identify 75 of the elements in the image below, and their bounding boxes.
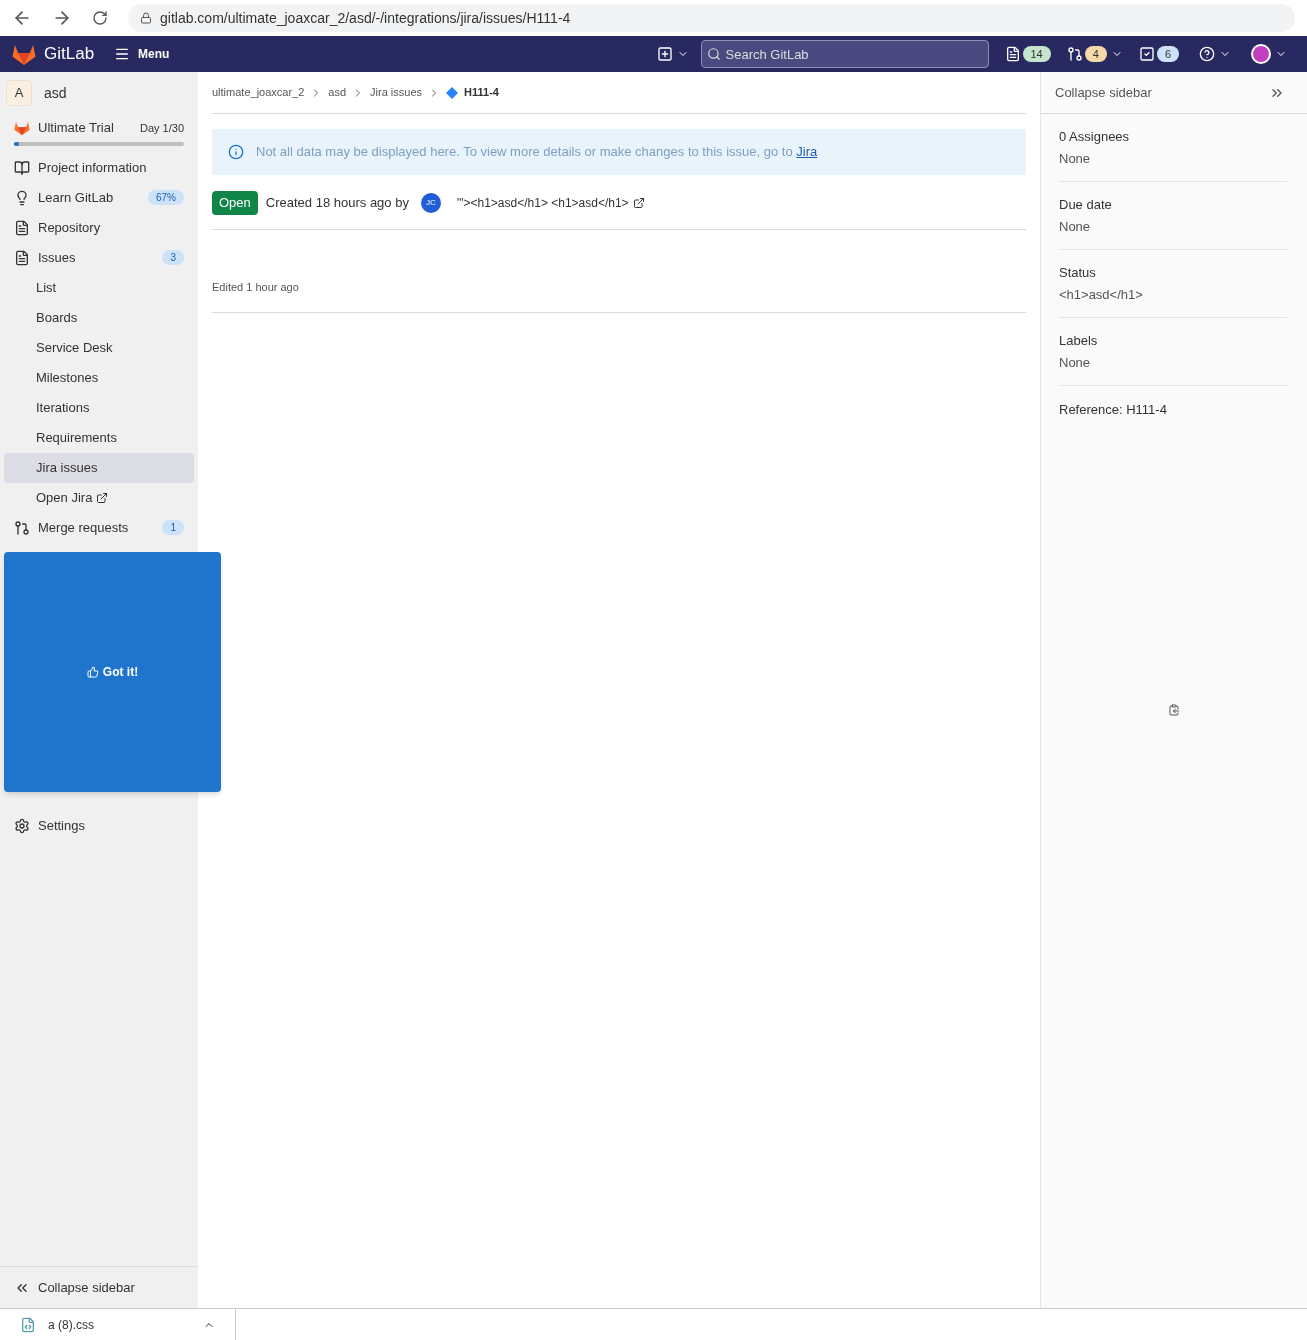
sidebar-item[interactable]: Settings (4, 810, 194, 841)
settings-icon (14, 817, 30, 834)
plus-icon[interactable] (656, 46, 673, 62)
menu-button[interactable]: Menu (114, 45, 170, 63)
count-badge[interactable]: 6 (1156, 45, 1179, 63)
search-icon (706, 47, 721, 61)
todo-icon (1138, 46, 1155, 62)
file-icon (20, 1316, 36, 1333)
field-value: None (1059, 149, 1092, 168)
sidebar-subitem[interactable]: Jira issues (4, 452, 194, 483)
lightbulb-icon (14, 189, 30, 206)
breadcrumb-link[interactable]: ultimate_joaxcar_2 (212, 84, 305, 101)
merge-request-icon (14, 519, 30, 536)
sidebar-item[interactable]: Project information (4, 152, 194, 183)
help-icon[interactable] (1199, 46, 1215, 62)
field-label: Due date (1059, 196, 1113, 214)
sidebar-item[interactable]: Issues 3 (4, 242, 194, 273)
author-avatar[interactable]: JC (420, 192, 441, 213)
thumbs-up-icon (86, 666, 99, 678)
address-bar[interactable]: gitlab.com/ultimate_joaxcar_2/asd/-/integrations/jira/issues/H111-4 (128, 4, 1295, 32)
sidebar-subitem[interactable]: Boards (4, 302, 194, 333)
field-label: 0 Assignees (1059, 128, 1131, 146)
document-icon (14, 219, 30, 236)
url-text: gitlab.com/ultimate_joaxcar_2/asd/-/integrations/jira/issues/H111-4 (160, 8, 571, 28)
count-badge[interactable]: 14 (1022, 45, 1051, 63)
sidebar-item[interactable]: Repository (4, 212, 194, 243)
download-item[interactable]: a (8).css (0, 1309, 236, 1340)
edited-text: Edited 1 hour ago (212, 280, 299, 293)
sidebar-subitem[interactable]: Service Desk (4, 332, 194, 363)
sidebar-subitem[interactable]: Milestones (4, 362, 194, 393)
project-avatar: A (6, 80, 32, 106)
trial-label[interactable]: Ultimate Trial (38, 118, 140, 138)
avatar-icon[interactable] (1251, 44, 1271, 64)
created-text: Created 18 hours ago by (265, 194, 409, 212)
collapse-sidebar-button[interactable]: Collapse sidebar (0, 1266, 198, 1308)
breadcrumb-link[interactable]: Jira issues (370, 84, 423, 101)
author-name[interactable]: "'><h1>asd</h1> <h1>asd</h1> (456, 193, 629, 212)
merge-request-icon (1066, 46, 1083, 62)
breadcrumb-link[interactable]: asd (328, 84, 347, 101)
field-value: <h1>asd</h1> (1059, 285, 1144, 304)
count-badge: 3 (162, 250, 184, 265)
external-link-icon[interactable] (632, 196, 645, 209)
sidebar-subitem[interactable]: Requirements (4, 422, 194, 453)
sidebar-subitem[interactable]: Iterations (4, 392, 194, 423)
reload-icon[interactable] (92, 10, 108, 26)
count-badge: 1 (162, 520, 184, 535)
project-name[interactable]: asd (44, 82, 67, 104)
alert-message: Not all data may be displayed here. To view more details or make changes to this issue, go to Jira (256, 143, 818, 162)
brand-name[interactable]: GitLab (44, 41, 95, 67)
field-value: None (1059, 353, 1092, 372)
reference-text: Reference: H111-4 (1059, 401, 1168, 419)
field-value: None (1059, 217, 1092, 236)
issues-icon (1004, 46, 1021, 62)
sidebar-subitem[interactable]: Open Jira (4, 482, 194, 513)
collapse-sidebar-link[interactable]: Collapse sidebar (1055, 82, 1269, 103)
count-badge[interactable]: 4 (1084, 45, 1107, 63)
status-badge: Open (212, 191, 258, 215)
menu-icon (114, 46, 131, 62)
count-badge: 67% (148, 190, 184, 205)
search-field[interactable]: Search GitLab (700, 40, 989, 68)
sidebar-subitem[interactable]: List (4, 272, 194, 303)
got-it-button[interactable]: Got it! (86, 663, 139, 681)
book-icon (14, 159, 30, 176)
field-label: Labels (1059, 332, 1099, 350)
breadcrumb-link[interactable]: H111-4 (464, 84, 499, 101)
sidebar-item[interactable]: Merge requests 1 (4, 512, 194, 543)
trial-day: Day 1/30 (139, 119, 184, 136)
field-label: Status (1059, 264, 1097, 282)
sidebar-item[interactable]: Learn GitLab 67% (4, 182, 194, 213)
issues-icon (14, 249, 30, 266)
diamond-icon (446, 86, 459, 99)
lock-icon (140, 12, 152, 24)
jira-link[interactable]: Jira (796, 144, 818, 160)
info-icon (228, 144, 244, 160)
copy-icon[interactable] (1168, 703, 1180, 716)
